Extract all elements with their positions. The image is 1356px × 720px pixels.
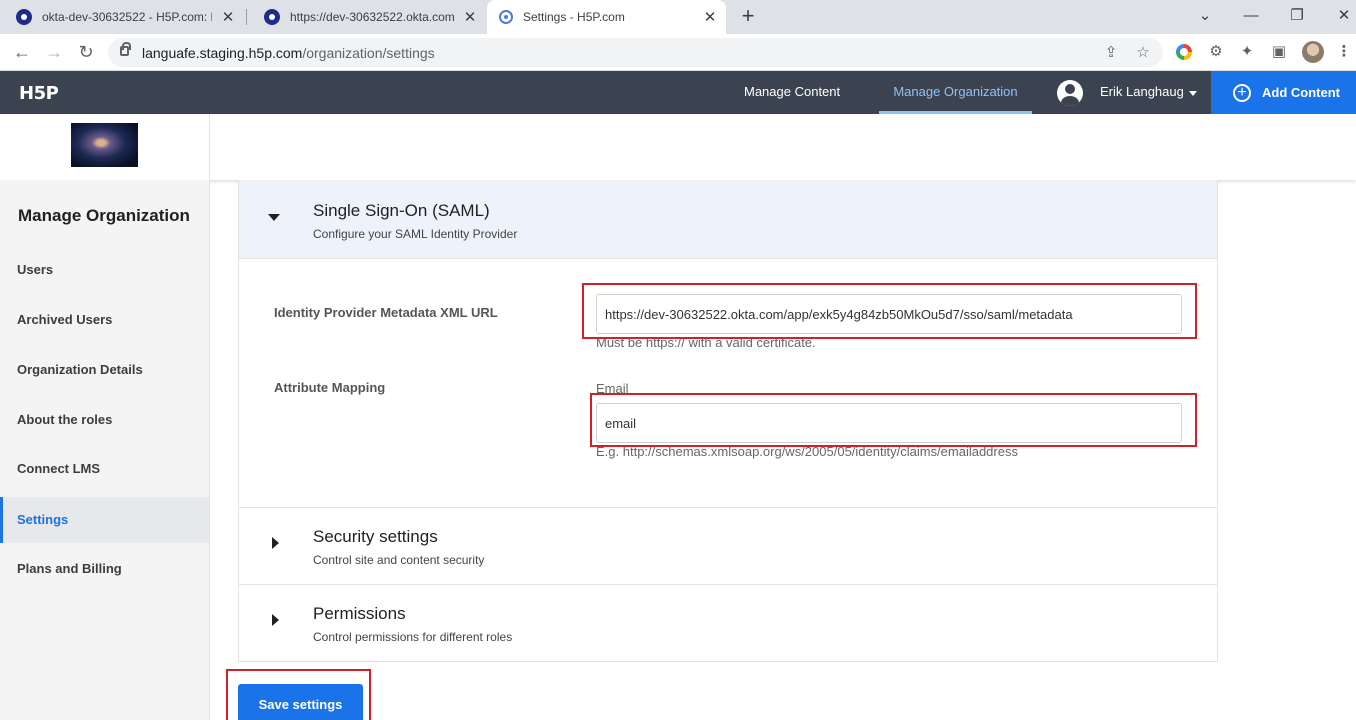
nav-manage-organization[interactable]: Manage Organization [879, 71, 1032, 114]
caret-right-icon[interactable] [272, 614, 279, 626]
h5p-logo[interactable]: H5P [19, 83, 59, 104]
sidebar-title: Manage Organization [18, 206, 190, 225]
sidebar-item-archived-users[interactable]: Archived Users [0, 297, 209, 343]
tab-separator [246, 9, 247, 25]
browser-tab-okta-h5p[interactable]: okta-dev-30632522 - H5P.com: H ✕ [0, 0, 246, 34]
sidebar-item-connect-lms[interactable]: Connect LMS [0, 446, 209, 492]
sidebar-item-settings[interactable]: Settings [0, 497, 209, 543]
restore-icon[interactable]: ❐ [1286, 4, 1308, 28]
side-panel-icon[interactable]: ▣ [1269, 42, 1289, 62]
sidebar-item-plans-billing[interactable]: Plans and Billing [0, 546, 209, 592]
permissions-section-title: Permissions [313, 604, 406, 623]
add-content-button[interactable]: + Add Content [1211, 71, 1356, 114]
tab-close-icon[interactable]: ✕ [220, 8, 236, 26]
new-tab-button[interactable]: + [736, 4, 760, 28]
user-avatar-icon[interactable] [1057, 80, 1083, 106]
organization-banner [0, 114, 1356, 180]
sso-section-subtitle: Configure your SAML Identity Provider [313, 227, 518, 241]
address-url: languafe.staging.h5p.com/organization/se… [142, 45, 435, 61]
back-arrow-icon[interactable]: ← [10, 40, 34, 64]
tab-close-icon[interactable]: ✕ [462, 8, 478, 26]
browser-tab-settings[interactable]: Settings - H5P.com ✕ [487, 0, 726, 34]
sidebar-item-organization-details[interactable]: Organization Details [0, 347, 209, 393]
sidebar-item-about-roles[interactable]: About the roles [0, 397, 209, 443]
gear-extension-icon[interactable]: ⚙ [1206, 42, 1226, 62]
h5p-favicon-icon [499, 10, 513, 24]
reload-icon[interactable]: ↻ [74, 40, 98, 64]
tab-search-icon[interactable]: ⌄ [1194, 4, 1216, 28]
security-section-subtitle: Control site and content security [313, 553, 485, 567]
puzzle-extensions-icon[interactable]: ✦ [1237, 42, 1257, 62]
bookmark-star-icon[interactable]: ☆ [1133, 43, 1153, 63]
okta-favicon-icon [264, 9, 280, 25]
attribute-mapping-label: Attribute Mapping [274, 380, 386, 395]
okta-favicon-icon [16, 9, 32, 25]
metadata-url-label: Identity Provider Metadata XML URL [274, 305, 498, 320]
sso-section-title: Single Sign-On (SAML) [313, 201, 490, 220]
highlight-box-metadata [582, 283, 1197, 339]
tab-title: okta-dev-30632522 - H5P.com: H [42, 10, 212, 24]
add-content-label: Add Content [1262, 85, 1340, 100]
permissions-section-subtitle: Control permissions for different roles [313, 630, 513, 644]
tab-close-icon[interactable]: ✕ [702, 8, 718, 26]
tab-title: Settings - H5P.com [523, 10, 625, 24]
minimize-icon[interactable]: — [1240, 4, 1262, 28]
profile-avatar[interactable] [1302, 41, 1324, 63]
url-path: /organization/settings [302, 45, 435, 61]
sidebar-item-users[interactable]: Users [0, 247, 209, 293]
highlight-box-email [590, 393, 1197, 447]
caret-down-icon[interactable] [268, 214, 280, 221]
security-section-title: Security settings [313, 527, 438, 546]
caret-right-icon[interactable] [272, 537, 279, 549]
lock-icon[interactable] [120, 42, 131, 56]
nav-manage-content[interactable]: Manage Content [744, 71, 840, 114]
highlight-box-save [226, 669, 371, 720]
address-bar[interactable]: languafe.staging.h5p.com/organization/se… [108, 38, 1163, 67]
window-close-icon[interactable]: ✕ [1333, 4, 1355, 28]
plus-circle-icon: + [1233, 83, 1251, 102]
chevron-down-icon[interactable] [1189, 91, 1197, 96]
organization-logo-image [71, 123, 138, 167]
browser-tab-okta[interactable]: https://dev-30632522.okta.com/a ✕ [248, 0, 486, 34]
forward-arrow-icon[interactable]: → [42, 40, 66, 64]
browser-toolbar: ← → ↻ languafe.staging.h5p.com/organizat… [0, 34, 1356, 71]
browser-tab-strip: okta-dev-30632522 - H5P.com: H ✕ https:/… [0, 0, 1356, 34]
tab-title: https://dev-30632522.okta.com/a [290, 10, 455, 24]
browser-menu-icon[interactable]: ⋮ [1334, 42, 1354, 62]
google-extension-icon[interactable] [1176, 44, 1192, 60]
user-menu-name[interactable]: Erik Langhaug [1100, 71, 1184, 114]
banner-divider [209, 114, 210, 180]
share-icon[interactable]: ⇪ [1101, 43, 1121, 63]
url-host: languafe.staging.h5p.com [142, 45, 303, 61]
